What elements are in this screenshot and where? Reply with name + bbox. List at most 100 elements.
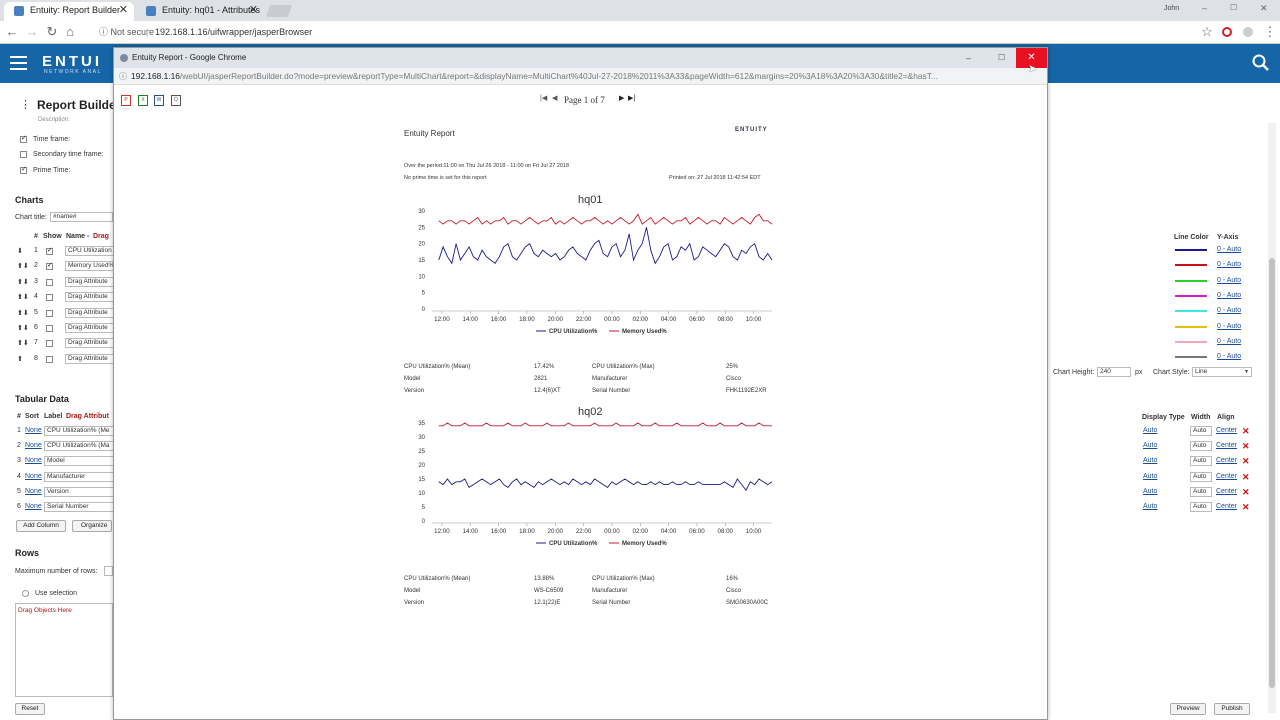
tab-row-sort-link[interactable]: None bbox=[25, 427, 42, 434]
search-icon[interactable] bbox=[1252, 54, 1269, 71]
align-link[interactable]: Center bbox=[1216, 488, 1237, 495]
time-frame-checkbox[interactable] bbox=[20, 134, 27, 143]
width-field[interactable]: Auto bbox=[1190, 471, 1212, 482]
url-input[interactable]: ⓘ Not secure | 192.168.1.16/uifwrapper/j… bbox=[88, 23, 1216, 42]
width-field[interactable]: Auto bbox=[1190, 441, 1212, 452]
line-color-swatch[interactable] bbox=[1175, 310, 1207, 313]
tab-report-builder[interactable]: Entuity: Report Builder ✕ bbox=[4, 2, 134, 21]
y-axis-link[interactable]: 0 - Auto bbox=[1217, 292, 1241, 299]
pdf-export-icon[interactable]: P bbox=[121, 95, 131, 106]
prev-page-icon[interactable]: ◀ bbox=[552, 94, 557, 102]
y-axis-link[interactable]: 0 - Auto bbox=[1217, 338, 1241, 345]
align-link[interactable]: Center bbox=[1216, 427, 1237, 434]
prime-time-checkbox[interactable] bbox=[20, 165, 27, 174]
delete-column-icon[interactable]: ✕ bbox=[1242, 472, 1250, 483]
extension-icon[interactable] bbox=[1243, 27, 1253, 37]
tab-row-label-field[interactable]: Serial Number bbox=[44, 502, 113, 512]
tab-row-sort-link[interactable]: None bbox=[25, 457, 42, 464]
line-color-swatch[interactable] bbox=[1175, 325, 1207, 328]
tab-row-sort-link[interactable]: None bbox=[25, 503, 42, 510]
reorder-arrows-icon[interactable]: ⬇ bbox=[17, 247, 23, 255]
close-window-icon[interactable]: ✕ bbox=[1260, 3, 1268, 14]
width-field[interactable]: Auto bbox=[1190, 502, 1212, 512]
excel-export-icon[interactable]: X bbox=[138, 95, 148, 106]
publish-button[interactable]: Publish bbox=[1214, 703, 1250, 715]
delete-column-icon[interactable]: ✕ bbox=[1242, 426, 1250, 437]
reload-icon[interactable]: ↻ bbox=[44, 24, 60, 40]
line-color-swatch[interactable] bbox=[1175, 249, 1207, 251]
tab-row-sort-link[interactable]: None bbox=[25, 442, 42, 449]
home-icon[interactable]: ⌂ bbox=[62, 24, 78, 40]
new-tab-button[interactable] bbox=[265, 5, 293, 17]
secondary-time-frame-checkbox[interactable] bbox=[20, 151, 27, 158]
align-link[interactable]: Center bbox=[1216, 503, 1237, 510]
chart-title-input[interactable]: #name# bbox=[50, 212, 113, 222]
chart-attribute-field[interactable]: Drag Attribute bbox=[65, 353, 113, 364]
delete-column-icon[interactable]: ✕ bbox=[1242, 441, 1250, 452]
drop-zone[interactable]: Drag Objects Here bbox=[15, 603, 113, 697]
display-type-link[interactable]: Auto bbox=[1143, 488, 1157, 495]
delete-column-icon[interactable]: ✕ bbox=[1242, 456, 1250, 467]
chart-row-show-checkbox[interactable] bbox=[46, 261, 53, 271]
chart-attribute-field[interactable]: Drag Attribute bbox=[65, 307, 113, 318]
organize-button[interactable]: Organize bbox=[72, 520, 112, 532]
display-type-link[interactable]: Auto bbox=[1143, 473, 1157, 480]
last-page-icon[interactable]: ▶| bbox=[628, 94, 635, 102]
chart-row-show-checkbox[interactable] bbox=[46, 309, 53, 317]
odt-export-icon[interactable]: O bbox=[171, 95, 181, 106]
display-type-link[interactable]: Auto bbox=[1143, 503, 1157, 510]
chart-row-show-checkbox[interactable] bbox=[46, 340, 53, 348]
chart-attribute-field[interactable]: CPU Utilization bbox=[65, 246, 113, 256]
page-menu-icon[interactable]: ⋮ bbox=[20, 98, 31, 111]
align-link[interactable]: Center bbox=[1216, 457, 1237, 464]
chart-row-show-checkbox[interactable] bbox=[46, 246, 53, 255]
chart-attribute-field[interactable]: Drag Attribute bbox=[65, 276, 113, 287]
line-color-swatch[interactable] bbox=[1175, 294, 1207, 297]
width-field[interactable]: Auto bbox=[1190, 486, 1212, 497]
next-page-icon[interactable]: ▶ bbox=[619, 94, 624, 102]
tab-row-label-field[interactable]: Manufacturer bbox=[44, 471, 113, 482]
word-export-icon[interactable]: W bbox=[154, 95, 164, 106]
line-color-swatch[interactable] bbox=[1175, 356, 1207, 359]
chart-attribute-field[interactable]: Drag Attribute bbox=[65, 323, 113, 333]
delete-column-icon[interactable]: ✕ bbox=[1242, 502, 1250, 513]
line-color-swatch[interactable] bbox=[1175, 279, 1207, 282]
vertical-scrollbar[interactable] bbox=[1268, 123, 1276, 713]
tab-row-label-field[interactable]: Model bbox=[44, 456, 113, 467]
tab-hq01-attributes[interactable]: Entuity: hq01 - Attributes ✕ bbox=[136, 2, 264, 21]
minimize-icon[interactable]: ‒ bbox=[1202, 3, 1207, 13]
reorder-arrows-icon[interactable]: ⬆ bbox=[17, 355, 23, 363]
maximize-icon[interactable]: ☐ bbox=[1230, 3, 1237, 12]
tab-row-label-field[interactable]: CPU Utilization% (Me bbox=[44, 426, 113, 436]
back-icon[interactable]: ← bbox=[4, 24, 20, 40]
popup-url-bar[interactable]: ⓘ 192.168.1.16/webUI/jasperReportBuilder… bbox=[114, 68, 1047, 85]
y-axis-link[interactable]: 0 - Auto bbox=[1217, 246, 1241, 253]
info-icon[interactable]: ⓘ bbox=[119, 68, 127, 84]
close-tab-icon[interactable]: ✕ bbox=[119, 2, 128, 19]
popup-minimize-icon[interactable]: ‒ bbox=[966, 48, 971, 68]
tab-row-sort-link[interactable]: None bbox=[25, 473, 42, 480]
align-link[interactable]: Center bbox=[1216, 473, 1237, 480]
display-type-link[interactable]: Auto bbox=[1143, 457, 1157, 464]
chart-row-show-checkbox[interactable] bbox=[46, 294, 53, 302]
tab-row-sort-link[interactable]: None bbox=[25, 488, 42, 495]
reorder-arrows-icon[interactable]: ⬆⬇ bbox=[17, 324, 29, 332]
reorder-arrows-icon[interactable]: ⬆⬇ bbox=[17, 278, 29, 286]
add-column-button[interactable]: Add Column bbox=[16, 520, 66, 532]
chart-attribute-field[interactable]: Drag Attribute bbox=[65, 292, 113, 303]
bookmark-star-icon[interactable]: ☆ bbox=[1199, 24, 1215, 40]
max-rows-input[interactable] bbox=[104, 566, 113, 576]
tab-row-label-field[interactable]: CPU Utilization% (Ma bbox=[44, 441, 113, 452]
y-axis-link[interactable]: 0 - Auto bbox=[1217, 353, 1241, 360]
reorder-arrows-icon[interactable]: ⬆⬇ bbox=[17, 309, 29, 317]
line-color-swatch[interactable] bbox=[1175, 264, 1207, 267]
y-axis-link[interactable]: 0 - Auto bbox=[1217, 277, 1241, 284]
chart-style-select[interactable]: Line ▼ bbox=[1192, 367, 1252, 377]
hamburger-menu-icon[interactable] bbox=[10, 56, 27, 70]
profile-name[interactable]: John bbox=[1164, 5, 1179, 12]
reset-button[interactable]: Reset bbox=[15, 703, 45, 715]
line-color-swatch[interactable] bbox=[1175, 340, 1207, 343]
opera-extension-icon[interactable] bbox=[1222, 27, 1232, 37]
delete-column-icon[interactable]: ✕ bbox=[1242, 487, 1250, 498]
chart-row-show-checkbox[interactable] bbox=[46, 278, 53, 286]
